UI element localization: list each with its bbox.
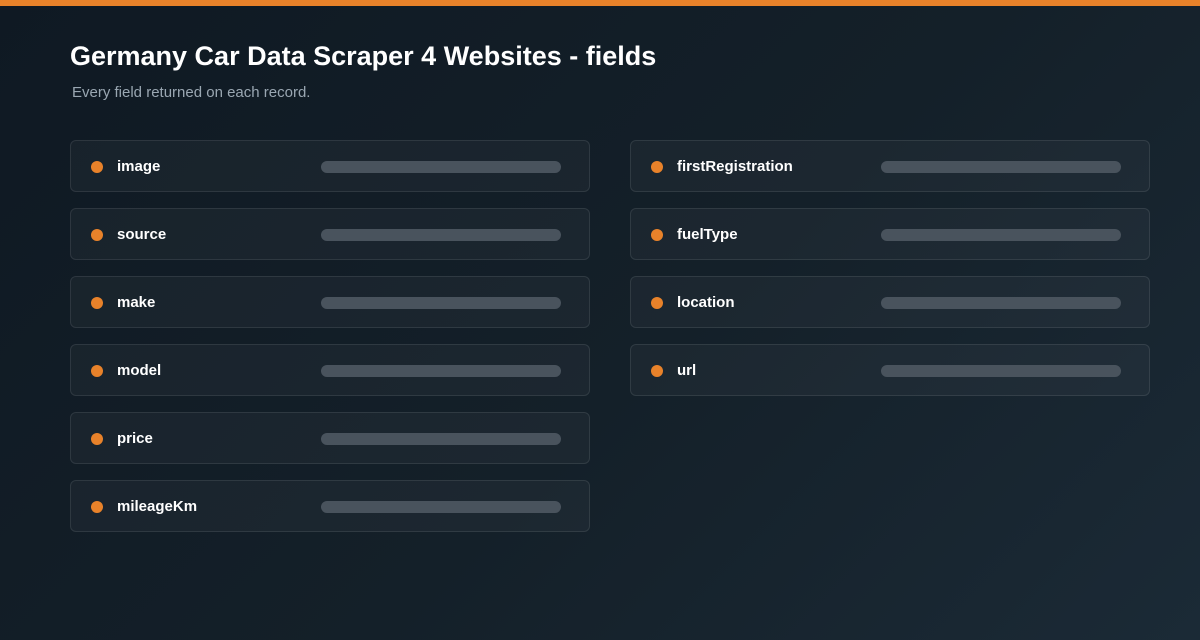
value-placeholder-bar (321, 161, 561, 173)
value-placeholder-bar (881, 365, 1121, 377)
value-placeholder-bar (881, 297, 1121, 309)
value-placeholder-bar (321, 297, 561, 309)
field-card-location: location (630, 276, 1150, 328)
dot-icon (91, 297, 103, 309)
field-name: mileageKm (117, 498, 198, 515)
field-name: price (117, 430, 153, 447)
field-card-image: image (70, 140, 590, 192)
field-name: image (117, 158, 161, 175)
dot-icon (651, 229, 663, 241)
page-title: Germany Car Data Scraper 4 Websites - fi… (70, 41, 657, 71)
value-placeholder-bar (321, 501, 561, 513)
dot-icon (91, 501, 103, 513)
field-name: firstRegistration (677, 158, 793, 175)
field-card-source: source (70, 208, 590, 260)
field-card-mileagekm: mileageKm (70, 480, 590, 532)
field-name: url (677, 362, 697, 379)
page-subtitle: Every field returned on each record. (72, 84, 311, 101)
value-placeholder-bar (881, 161, 1121, 173)
dot-icon (91, 161, 103, 173)
field-name: fuelType (677, 226, 738, 243)
value-placeholder-bar (881, 229, 1121, 241)
field-card-url: url (630, 344, 1150, 396)
field-card-fueltype: fuelType (630, 208, 1150, 260)
field-card-firstregistration: firstRegistration (630, 140, 1150, 192)
dot-icon (651, 365, 663, 377)
field-name: make (117, 294, 156, 311)
fields-column-left: image source make model price mileageKm (70, 140, 590, 548)
value-placeholder-bar (321, 229, 561, 241)
dot-icon (91, 229, 103, 241)
field-name: model (117, 362, 162, 379)
value-placeholder-bar (321, 365, 561, 377)
field-name: source (117, 226, 167, 243)
dot-icon (91, 433, 103, 445)
field-name: location (677, 294, 735, 311)
field-card-price: price (70, 412, 590, 464)
dot-icon (651, 297, 663, 309)
dot-icon (91, 365, 103, 377)
field-card-model: model (70, 344, 590, 396)
accent-top-bar (0, 0, 1200, 6)
value-placeholder-bar (321, 433, 561, 445)
field-card-make: make (70, 276, 590, 328)
dot-icon (651, 161, 663, 173)
fields-column-right: firstRegistration fuelType location url (630, 140, 1150, 412)
